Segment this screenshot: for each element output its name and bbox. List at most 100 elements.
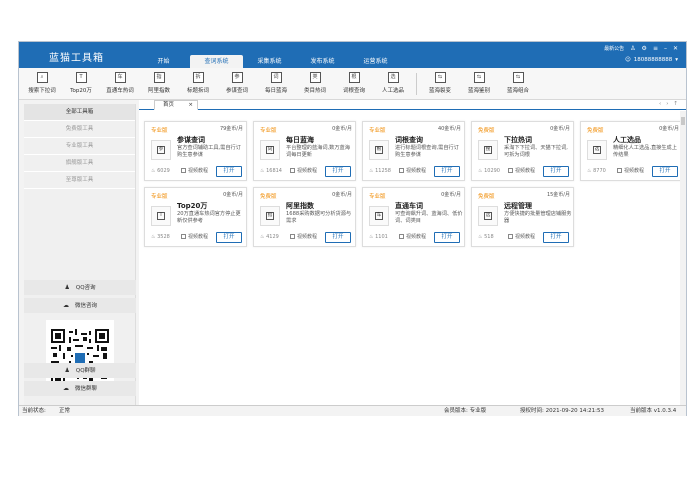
- tool-card: 免费版 0金币/月指 阿里指数 1688采购数据可分析货源与需求 ♨ 4129 视频教程 打…: [253, 187, 356, 247]
- scrollbar-thumb[interactable]: [681, 117, 685, 125]
- tool-glyph: 搜: [484, 146, 492, 154]
- tab-word-query[interactable]: 查词系统: [190, 55, 243, 68]
- tool-glyph: 远: [484, 212, 492, 220]
- tool-icon: 搜: [478, 140, 498, 160]
- edition-tag: 专业版: [260, 128, 277, 134]
- heat-count: ♨ 11258: [369, 168, 391, 174]
- wechat-consult-button[interactable]: ☁ 微信咨询: [24, 298, 136, 313]
- tool-bluesea-combine[interactable]: ⇆ 蓝海组合: [498, 72, 538, 94]
- video-tutorial-link[interactable]: 视频教程: [399, 167, 426, 174]
- video-icon: [399, 168, 404, 173]
- chevron-left-icon[interactable]: ‹: [659, 101, 661, 107]
- tool-name: 阿里指数: [286, 202, 314, 210]
- qq-icon: ♟: [64, 367, 70, 374]
- video-tutorial-link[interactable]: 视频教程: [290, 233, 317, 240]
- gear-icon[interactable]: ⚙: [642, 45, 647, 52]
- wechat-group-button[interactable]: ☁ 微信群聊: [24, 381, 136, 396]
- tool-root-query[interactable]: 根词根查询: [334, 72, 374, 94]
- sidebar-item-all[interactable]: 全部工具箱: [24, 104, 135, 121]
- open-button[interactable]: 打开: [434, 166, 460, 177]
- shirt-icon[interactable]: ♙: [630, 45, 635, 52]
- page-tabbar: 首页 × ‹ › ↑: [139, 100, 686, 110]
- heat-count: ♨ 3528: [151, 234, 170, 240]
- tool-manual-pick[interactable]: 选人工选品: [373, 72, 413, 94]
- chevron-right-icon[interactable]: ›: [666, 101, 668, 107]
- open-button[interactable]: 打开: [325, 166, 351, 177]
- edition-tag: 免费版: [478, 194, 495, 200]
- edition-tag: 免费版: [260, 194, 277, 200]
- tool-description: 采淘下下拉词、天猫下拉词,可拆为词根: [504, 145, 568, 158]
- sidebar-item-pro[interactable]: 专业版工具: [24, 138, 135, 155]
- video-tutorial-link[interactable]: 视频教程: [181, 233, 208, 240]
- heat-value: 1101: [375, 234, 388, 240]
- video-tutorial-link[interactable]: 视频教程: [508, 167, 535, 174]
- app-version: 当前版本 v1.0.3.4: [630, 408, 677, 414]
- tool-name: 人工选品: [613, 136, 641, 144]
- heat-count: ♨ 8770: [587, 168, 606, 174]
- video-tutorial-link[interactable]: 视频教程: [508, 233, 535, 240]
- announcement-link[interactable]: 最新公告: [604, 45, 624, 52]
- close-icon[interactable]: ×: [188, 101, 193, 110]
- tool-search-dropdown[interactable]: ⌕ 搜索下拉词: [22, 72, 62, 94]
- video-tutorial-link[interactable]: 视频教程: [617, 167, 644, 174]
- tool-glyph: 词: [266, 146, 274, 154]
- minimize-icon[interactable]: –: [664, 45, 667, 52]
- tool-description: 可查询飙升词、蓝海词、低价词、词类目: [395, 211, 463, 224]
- tool-advisor-query[interactable]: 参参谋查词: [217, 72, 257, 94]
- open-button[interactable]: 打开: [434, 232, 460, 243]
- tool-title-split[interactable]: 拆标题拆词: [178, 72, 218, 94]
- video-icon: [290, 234, 295, 239]
- chevron-down-icon: ▾: [675, 57, 678, 63]
- sidebar-item-flagship[interactable]: 旗舰版工具: [24, 155, 135, 172]
- tool-glyph: 根: [375, 146, 383, 154]
- tool-bluesea-identify[interactable]: ⇆ 蓝海鉴别: [459, 72, 499, 94]
- tool-card: 免费版 15金币/月远 远程管理 方便快捷的批量管理店铺服务器 ♨ 518 视频教程 打开: [471, 187, 574, 247]
- tool-bluesea-fission[interactable]: ⇆ 蓝海裂变: [420, 72, 460, 94]
- price-label: 79金币/月: [219, 126, 243, 132]
- video-tutorial-link[interactable]: 视频教程: [181, 167, 208, 174]
- open-button[interactable]: 打开: [543, 166, 569, 177]
- tool-ali-index[interactable]: 指阿里指数: [139, 72, 179, 94]
- tab-start[interactable]: 开始: [137, 55, 190, 68]
- edition-tag: 专业版: [369, 128, 386, 134]
- tool-description: 1688采购数据可分析货源与需求: [286, 211, 352, 224]
- tab-publish[interactable]: 发布系统: [296, 55, 349, 68]
- open-button[interactable]: 打开: [216, 166, 242, 177]
- sidebar-item-free[interactable]: 免费版工具: [24, 121, 135, 138]
- video-tutorial-link[interactable]: 视频教程: [399, 233, 426, 240]
- status-bar: 当前状态: 正常 会员版本: 专业版 授权时间: 2021-09-20 14:2…: [19, 405, 686, 416]
- heat-value: 8770: [593, 168, 606, 174]
- open-button[interactable]: 打开: [325, 232, 351, 243]
- menu-icon[interactable]: ≡: [653, 45, 658, 52]
- video-tutorial-link[interactable]: 视频教程: [290, 167, 317, 174]
- fire-icon: ♨: [587, 168, 592, 174]
- open-button[interactable]: 打开: [216, 232, 242, 243]
- video-icon: [181, 234, 186, 239]
- tool-glyph: 车: [375, 212, 383, 220]
- close-icon[interactable]: ✕: [673, 45, 678, 52]
- price-label: 40金币/月: [437, 126, 461, 132]
- open-button[interactable]: 打开: [543, 232, 569, 243]
- tool-icon: 远: [478, 206, 498, 226]
- open-button[interactable]: 打开: [652, 166, 678, 177]
- video-icon: [181, 168, 186, 173]
- qq-consult-button[interactable]: ♟ QQ咨询: [24, 280, 136, 295]
- tab-operate[interactable]: 运营系统: [349, 55, 402, 68]
- vertical-scrollbar[interactable]: [680, 111, 686, 405]
- tab-collect[interactable]: 采集系统: [243, 55, 296, 68]
- pin-icon[interactable]: ↑: [673, 101, 678, 107]
- video-label: 视频教程: [188, 234, 209, 240]
- tool-description: 精细化人工选品,直接生成上传结果: [613, 145, 677, 158]
- pick-icon: 选: [387, 72, 399, 83]
- tool-name: 直通车词: [395, 202, 423, 210]
- tool-daily-bluesea[interactable]: 词每日蓝海: [256, 72, 296, 94]
- app-window: 蓝猫工具箱 开始 查词系统 采集系统 发布系统 运营系统 最新公告 ♙ ⚙ ≡ …: [18, 41, 687, 416]
- user-account[interactable]: ☺ 18088888888 ▾: [625, 57, 678, 63]
- heat-count: ♨ 16814: [260, 168, 282, 174]
- qq-group-button[interactable]: ♟ QQ群聊: [24, 363, 136, 378]
- sidebar-item-supreme[interactable]: 至尊版工具: [24, 172, 135, 189]
- tool-car-hot-words[interactable]: 车直通车热词: [100, 72, 140, 94]
- tool-top20w[interactable]: T Top20万: [61, 72, 101, 94]
- tool-category-hot[interactable]: 类类目热词: [295, 72, 335, 94]
- tab-home[interactable]: 首页 ×: [154, 100, 198, 110]
